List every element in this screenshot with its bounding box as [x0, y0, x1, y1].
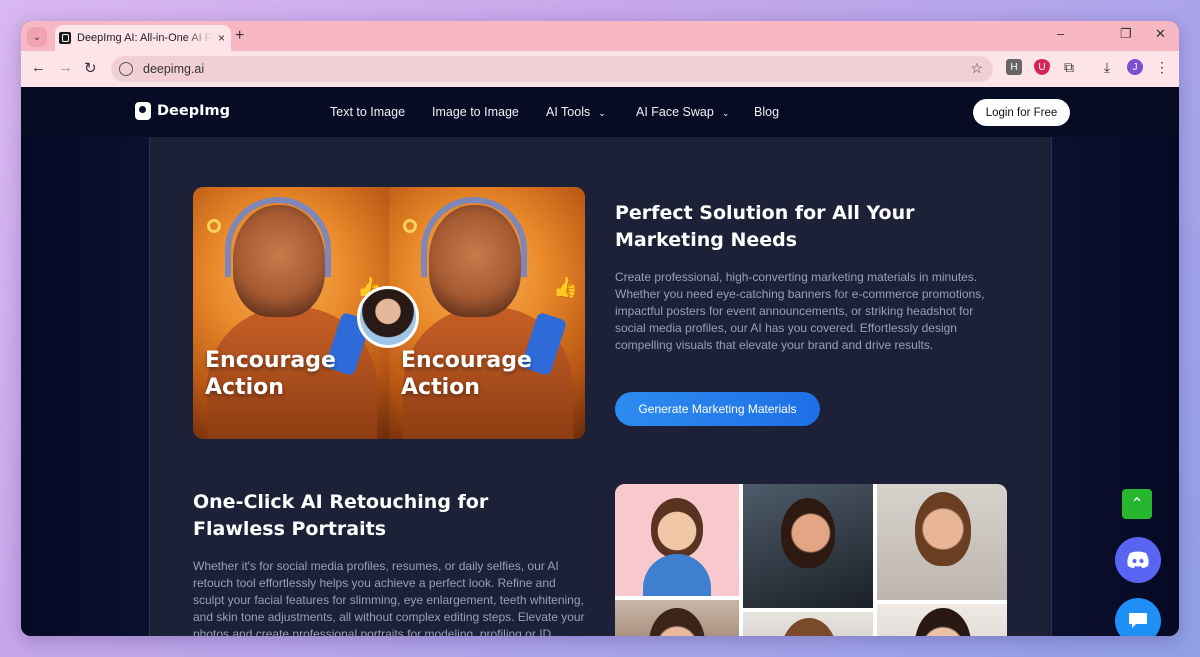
portrait-cell: [743, 612, 873, 636]
portrait-face: [651, 498, 703, 558]
download-icon[interactable]: ⤓: [1099, 59, 1115, 75]
extension-h-icon[interactable]: H: [1006, 59, 1022, 75]
portrait-cell: [743, 484, 873, 608]
portrait-cell: [615, 484, 739, 596]
chat-icon: [1129, 613, 1147, 628]
nav-blog[interactable]: Blog: [754, 105, 779, 119]
menu-icon[interactable]: ⋮: [1154, 59, 1170, 75]
portrait-face: [781, 618, 837, 636]
nav-ai-tools[interactable]: AI Tools ⌄: [546, 105, 606, 119]
retouch-description: Whether it's for social media profiles, …: [193, 559, 585, 636]
url-text: deepimg.ai: [143, 62, 205, 76]
logo-text: DeepImg: [157, 103, 230, 119]
retouch-title: One-Click AI Retouching for Flawless Por…: [193, 491, 489, 540]
minimize-button[interactable]: –: [1057, 26, 1064, 41]
chevron-down-icon: ⌄: [721, 108, 730, 118]
headphones-shape: [225, 197, 331, 277]
sun-icon: [403, 219, 417, 233]
browser-toolbar: ← → ↻ deepimg.ai ☆ H U ⧉ ⤓ J ⋮: [21, 51, 1179, 87]
portrait-face: [649, 608, 705, 636]
reference-face-avatar: [357, 286, 419, 348]
site-navbar: DeepImg Text to Image Image to Image AI …: [21, 87, 1179, 137]
forward-icon[interactable]: →: [58, 59, 73, 76]
discord-icon: [1127, 551, 1149, 568]
close-window-button[interactable]: ✕: [1155, 26, 1166, 42]
page-viewport: DeepImg Text to Image Image to Image AI …: [21, 87, 1179, 636]
deepimg-logo-icon: [135, 102, 151, 120]
site-info-icon[interactable]: [119, 62, 133, 76]
scroll-to-top-button[interactable]: ⌃: [1122, 489, 1152, 519]
reload-icon[interactable]: ↻: [84, 59, 97, 77]
chevron-down-icon: ⌄: [598, 108, 606, 118]
extensions-puzzle-icon[interactable]: ⧉: [1061, 59, 1077, 75]
nav-ai-face-swap-label: AI Face Swap: [636, 105, 714, 119]
new-tab-button[interactable]: +: [235, 27, 244, 45]
nav-image-to-image[interactable]: Image to Image: [432, 105, 519, 119]
image-caption: Encourage Action: [205, 347, 336, 401]
marketing-description: Create professional, high-converting mar…: [615, 270, 985, 352]
caption-line1: Encourage: [205, 348, 336, 373]
headphones-shape: [421, 197, 527, 277]
portrait-face: [915, 492, 971, 566]
address-bar[interactable]: deepimg.ai ☆: [111, 56, 993, 82]
restore-button[interactable]: ❐: [1120, 26, 1132, 42]
tab-search-button[interactable]: ⌄: [27, 27, 47, 47]
sun-icon: [207, 219, 221, 233]
profile-avatar[interactable]: J: [1127, 59, 1143, 75]
nav-text-to-image[interactable]: Text to Image: [330, 105, 405, 119]
portrait-face: [915, 608, 971, 636]
extension-shield-icon[interactable]: U: [1034, 59, 1050, 75]
login-button[interactable]: Login for Free: [973, 99, 1070, 126]
portrait-shoulders: [643, 554, 711, 596]
tab-title: DeepImg AI: All-in-One AI Photo: [77, 32, 212, 44]
portrait-cell: [615, 600, 739, 636]
caption-line2: Action: [205, 375, 284, 400]
caption-line2: Action: [401, 375, 480, 400]
portrait-cell: [877, 484, 1007, 600]
star-icon[interactable]: ☆: [970, 60, 983, 77]
browser-tab[interactable]: DeepImg AI: All-in-One AI Photo ×: [55, 25, 231, 51]
thumbs-up-icon: 👍: [553, 277, 578, 299]
caption-line1: Encourage: [401, 348, 532, 373]
tab-strip: ⌄ DeepImg AI: All-in-One AI Photo × + – …: [21, 21, 1179, 51]
image-caption: Encourage Action: [401, 347, 532, 401]
nav-ai-face-swap[interactable]: AI Face Swap ⌄: [636, 105, 729, 119]
retouch-example-grid: [615, 484, 1007, 636]
portrait-face: [781, 498, 835, 568]
portrait-cell: [877, 604, 1007, 636]
deepimg-favicon-icon: [59, 32, 71, 44]
tab-close-icon[interactable]: ×: [218, 31, 225, 45]
back-icon[interactable]: ←: [31, 59, 46, 76]
browser-window: ⌄ DeepImg AI: All-in-One AI Photo × + – …: [21, 21, 1179, 636]
site-logo[interactable]: DeepImg: [135, 102, 230, 120]
chat-button[interactable]: [1115, 598, 1161, 636]
discord-button[interactable]: [1115, 537, 1161, 583]
generate-marketing-button[interactable]: Generate Marketing Materials: [615, 392, 820, 426]
marketing-title: Perfect Solution for All Your Marketing …: [615, 202, 915, 251]
nav-ai-tools-label: AI Tools: [546, 105, 591, 119]
